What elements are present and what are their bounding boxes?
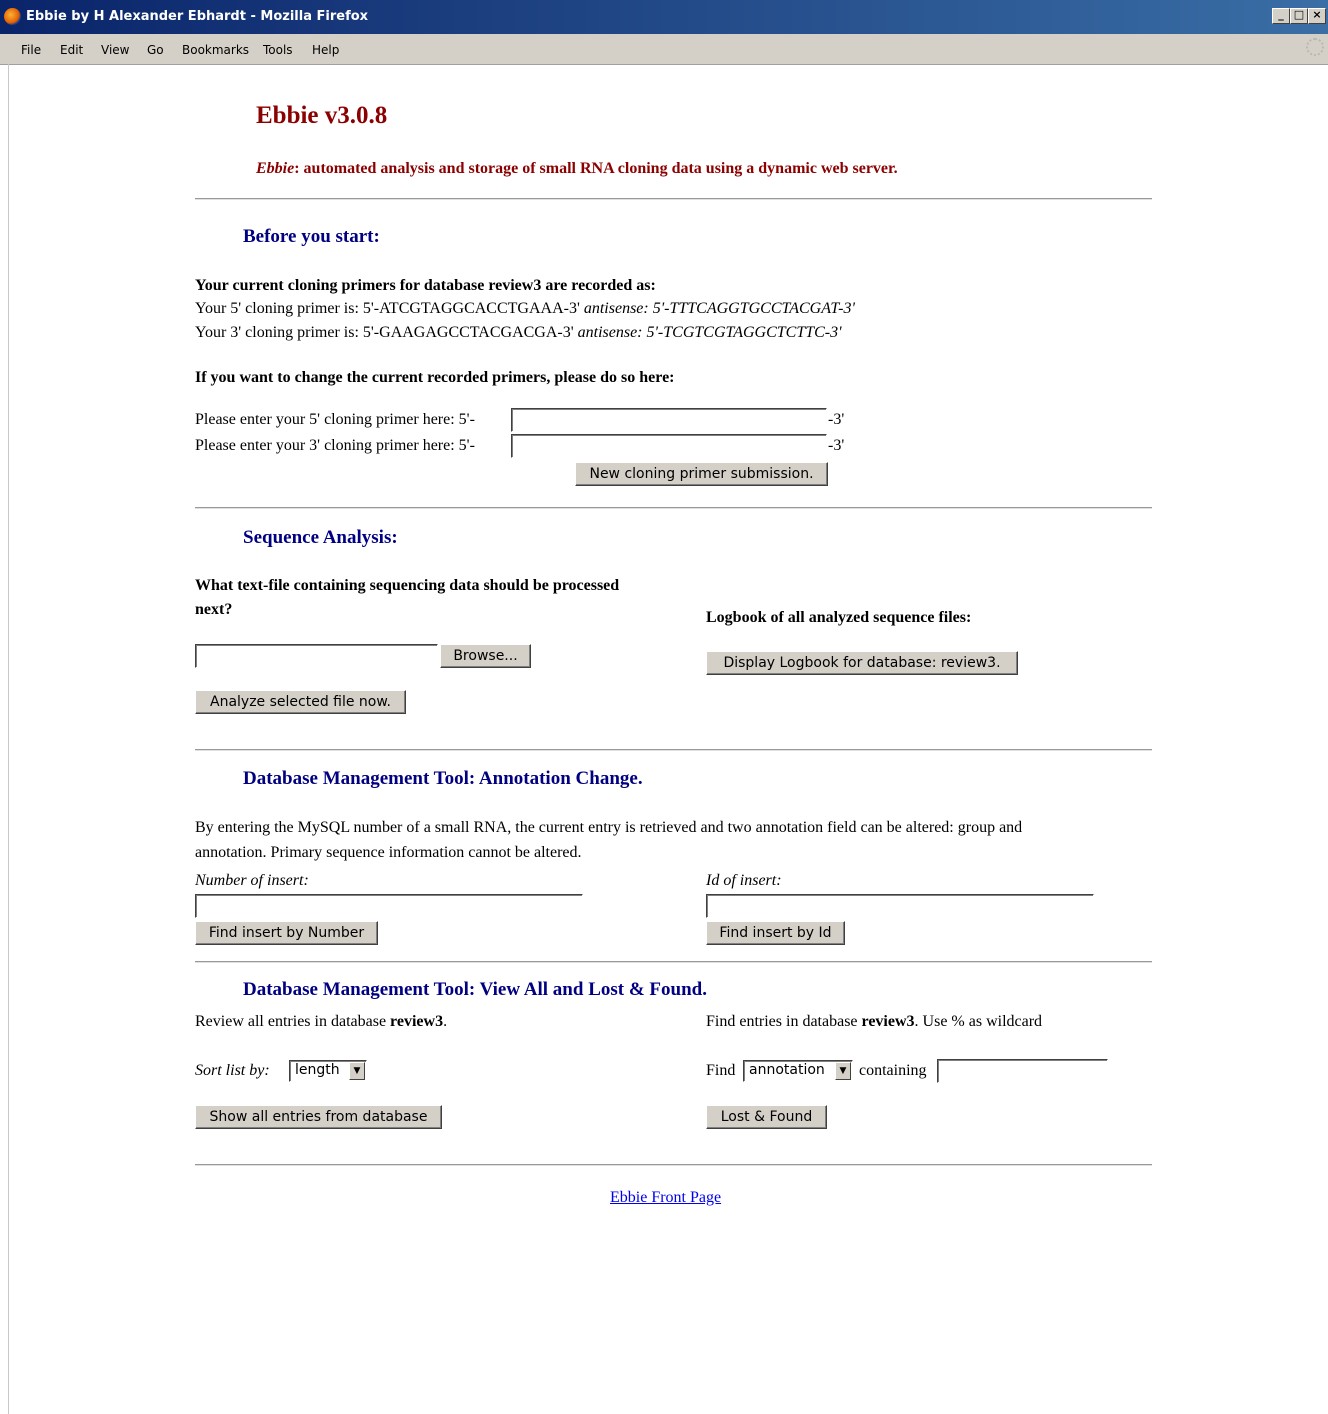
before-heading: Before you start: [243,226,380,247]
front-page-link[interactable]: Ebbie Front Page [610,1189,721,1207]
menu-tools[interactable]: Tools [263,43,293,57]
insert-number-input[interactable] [195,894,583,918]
show-all-entries-button[interactable]: Show all entries from database [195,1105,442,1129]
find-label: Find [706,1062,736,1079]
enter3-suffix: -3' [828,437,845,454]
find-db-name: review3 [861,1013,915,1030]
sort-label: Sort list by: [195,1062,270,1079]
find-by-id-button[interactable]: Find insert by Id [706,921,845,945]
window-title: Ebbie by H Alexander Ebhardt - Mozilla F… [26,9,369,24]
chevron-down-icon: ▼ [835,1062,851,1080]
menu-go[interactable]: Go [147,43,164,57]
menu-bar: File Edit View Go Bookmarks Tools Help [0,34,1328,65]
page-content: Ebbie v3.0.8 Ebbie: automated analysis a… [0,64,1328,1414]
find-field-select[interactable]: annotation ▼ [743,1060,853,1082]
new-primer-submit-button[interactable]: New cloning primer submission. [575,462,828,486]
enter3-label: Please enter your 3' cloning primer here… [195,437,475,454]
find-entries-text: Find entries in database review3. Use % … [706,1013,1042,1031]
logbook-label: Logbook of all analyzed sequence files: [706,609,972,626]
page-subtitle: Ebbie: automated analysis and storage of… [256,160,898,178]
maximize-button[interactable]: □ [1290,8,1308,24]
menu-bookmarks[interactable]: Bookmarks [182,43,249,57]
annotation-desc-1: By entering the MySQL number of a small … [195,819,1023,836]
chevron-down-icon: ▼ [349,1062,365,1080]
display-logbook-button[interactable]: Display Logbook for database: review3. [706,651,1018,675]
containing-label: containing [859,1062,927,1079]
review-prefix: Review all entries in database [195,1013,391,1030]
primer5-antisense: 5'-TTTCAGGTGCCTACGAT-3' [652,300,855,317]
find-by-number-button[interactable]: Find insert by Number [195,921,378,945]
divider [195,507,1152,509]
browse-button[interactable]: Browse... [440,644,531,668]
recorded-label: Your current cloning primers for databas… [195,277,656,294]
analysis-question-1: What text-file containing sequencing dat… [195,577,620,594]
analysis-heading: Sequence Analysis: [243,527,398,548]
find-prefix: Find entries in database [706,1013,862,1030]
annotation-heading: Database Management Tool: Annotation Cha… [243,768,643,789]
subtitle-rest: : automated analysis and storage of smal… [294,160,898,177]
page-title: Ebbie v3.0.8 [256,102,388,129]
review-suffix: . [443,1013,448,1030]
insert-id-input[interactable] [706,894,1094,918]
minimize-button[interactable]: _ [1272,8,1290,24]
primer3-antisense: 5'-TCGTCGTAGGCTCTTC-3' [646,324,842,341]
viewall-heading: Database Management Tool: View All and L… [243,979,707,1000]
menu-edit[interactable]: Edit [60,43,83,57]
primer3-text: Your 3' cloning primer is: 5'-GAAGAGCCTA… [195,324,574,341]
number-label: Number of insert: [195,872,309,889]
window-titlebar: Ebbie by H Alexander Ebhardt - Mozilla F… [0,0,1328,34]
divider [195,1164,1152,1166]
id-label: Id of insert: [706,872,782,889]
file-path-input[interactable] [195,644,438,668]
enter5-suffix: -3' [828,411,845,428]
lost-and-found-button[interactable]: Lost & Found [706,1105,827,1129]
primer3-line: Your 3' cloning primer is: 5'-GAAGAGCCTA… [195,324,842,342]
primer3-input[interactable] [511,434,827,458]
throbber-icon [1306,38,1324,56]
window-controls: _ □ × [1272,8,1326,24]
menu-file[interactable]: File [21,43,41,57]
primer5-line: Your 5' cloning primer is: 5'-ATCGTAGGCA… [195,300,855,318]
find-field-select-value: annotation [749,1062,825,1078]
annotation-desc-2: annotation. Primary sequence information… [195,844,582,861]
find-suffix: . Use % as wildcard [914,1013,1043,1030]
primer5-text: Your 5' cloning primer is: 5'-ATCGTAGGCA… [195,300,580,317]
menu-help[interactable]: Help [312,43,339,57]
firefox-icon [4,8,21,25]
change-label: If you want to change the current record… [195,369,675,386]
menu-view[interactable]: View [101,43,129,57]
analyze-file-button[interactable]: Analyze selected file now. [195,690,406,714]
primer5-antisense-label: antisense: [583,300,649,317]
subtitle-italic: Ebbie [256,160,295,177]
divider [195,749,1152,751]
sort-select[interactable]: length ▼ [289,1060,367,1082]
review-all-text: Review all entries in database review3. [195,1013,447,1031]
close-button[interactable]: × [1308,8,1326,24]
divider [195,961,1152,963]
divider [195,198,1152,200]
primer5-input[interactable] [511,408,827,432]
analysis-question-2: next? [195,601,233,618]
containing-input[interactable] [937,1059,1108,1083]
sort-select-value: length [295,1062,340,1078]
primer3-antisense-label: antisense: [577,324,643,341]
enter5-label: Please enter your 5' cloning primer here… [195,411,475,428]
review-db-name: review3 [390,1013,444,1030]
